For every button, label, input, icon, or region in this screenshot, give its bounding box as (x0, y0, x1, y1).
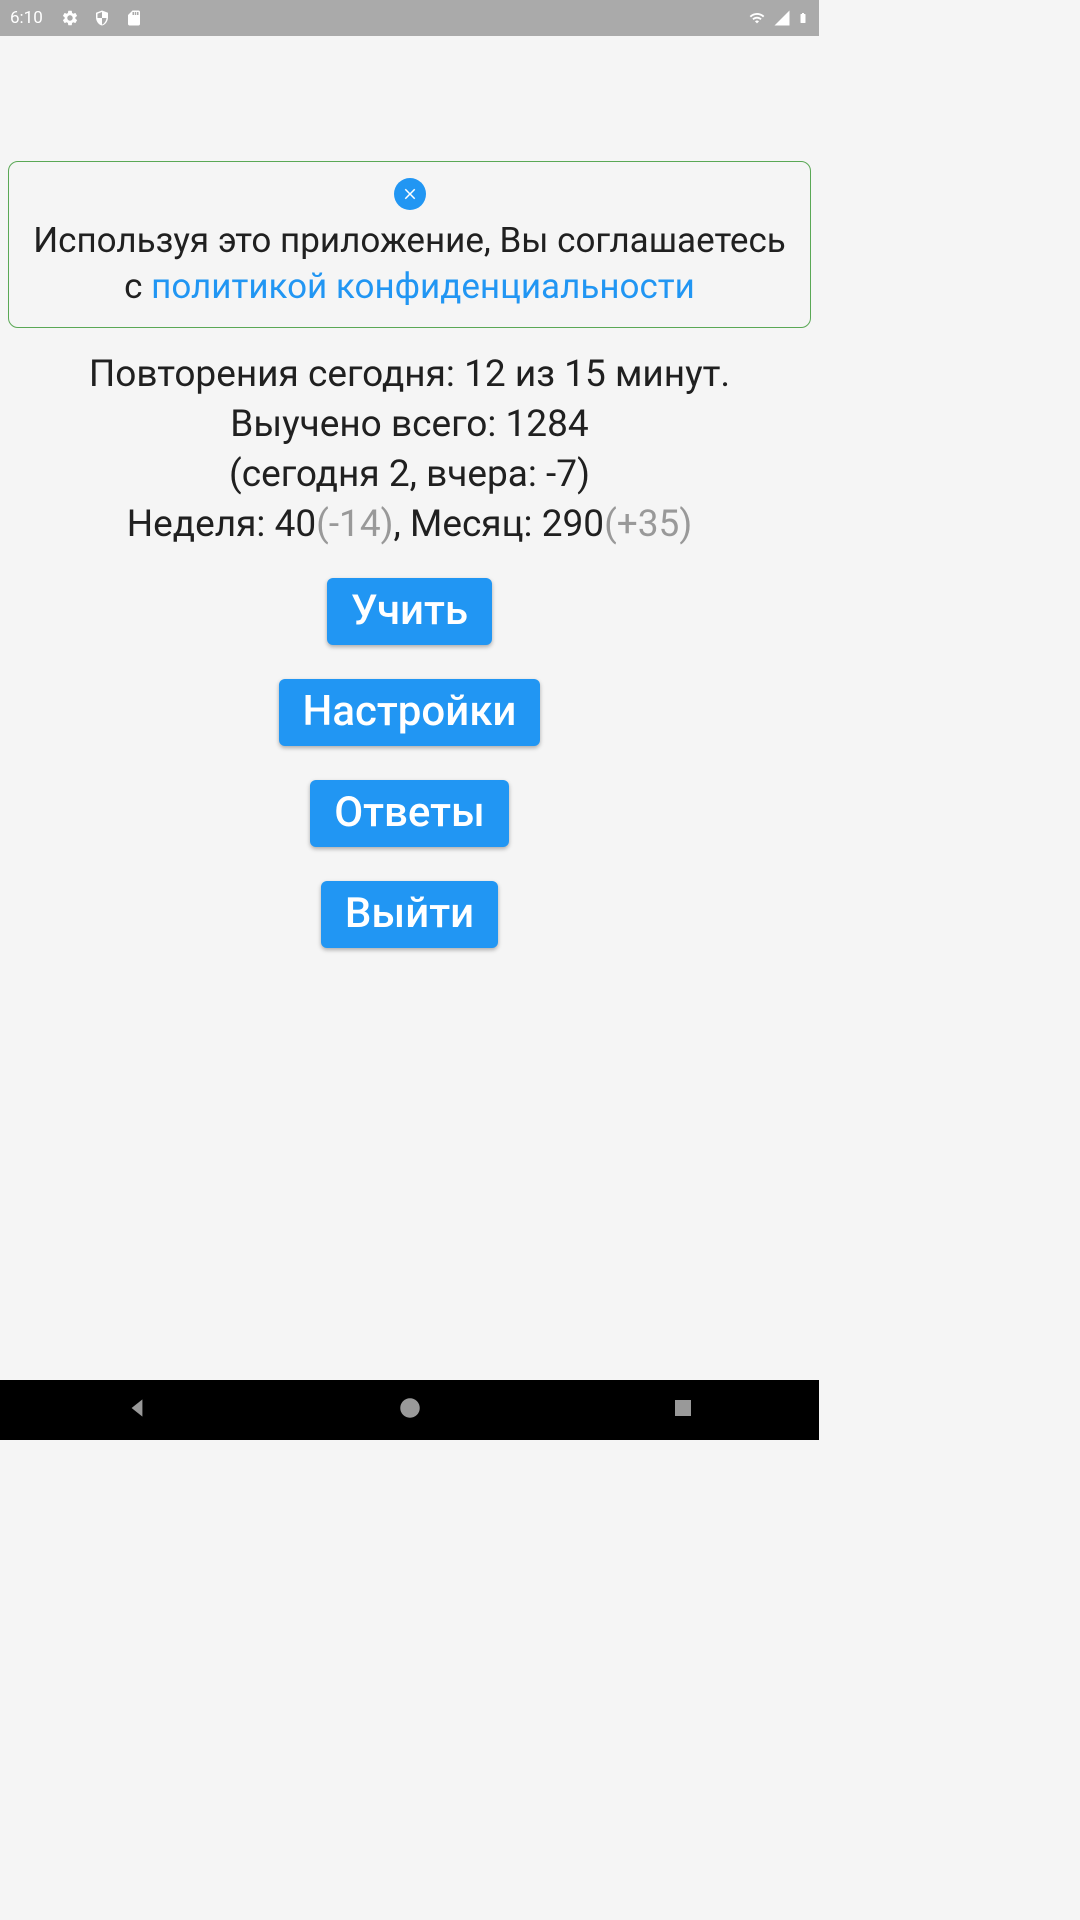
stats-line-learned: Выучено всего: 1284 (16, 400, 803, 450)
status-bar: 6:10 (0, 0, 819, 36)
week-delta: (-14) (316, 503, 393, 546)
stats-line-today-yesterday: (сегодня 2, вчера: -7) (16, 450, 803, 500)
stats-block: Повторения сегодня: 12 из 15 минут. Выуч… (16, 350, 803, 550)
exit-button[interactable]: Выйти (321, 881, 498, 948)
wifi-icon (747, 10, 767, 26)
stats-line-week-month: Неделя: 40(-14), Месяц: 290(+35) (16, 500, 803, 550)
cell-signal-icon (773, 9, 791, 27)
settings-button[interactable]: Настройки (279, 679, 541, 746)
sd-card-icon (125, 9, 143, 27)
shield-icon (93, 9, 111, 27)
status-left: 6:10 (10, 8, 143, 28)
battery-icon (797, 8, 809, 28)
privacy-policy-link[interactable]: политикой конфиденциальности (151, 266, 695, 307)
content-area: Используя это приложение, Вы соглашаетес… (0, 36, 819, 956)
settings-gear-icon (61, 9, 79, 27)
navigation-bar (0, 1380, 819, 1440)
learn-button[interactable]: Учить (327, 578, 492, 645)
square-recent-icon (671, 1396, 695, 1420)
circle-home-icon (397, 1395, 423, 1421)
triangle-back-icon (124, 1395, 150, 1421)
button-group: Учить Настройки Ответы Выйти (8, 578, 811, 948)
status-right (747, 8, 809, 28)
privacy-notice-card: Используя это приложение, Вы соглашаетес… (8, 161, 811, 328)
close-button[interactable] (394, 178, 426, 210)
month-delta: (+35) (604, 503, 692, 546)
stats-line-repetitions: Повторения сегодня: 12 из 15 минут. (16, 350, 803, 400)
close-icon (401, 185, 419, 203)
nav-back-button[interactable] (124, 1395, 150, 1425)
answers-button[interactable]: Ответы (310, 780, 509, 847)
privacy-text: Используя это приложение, Вы соглашаетес… (27, 218, 792, 309)
nav-home-button[interactable] (397, 1395, 423, 1425)
status-time: 6:10 (10, 8, 43, 28)
nav-recent-button[interactable] (671, 1396, 695, 1424)
